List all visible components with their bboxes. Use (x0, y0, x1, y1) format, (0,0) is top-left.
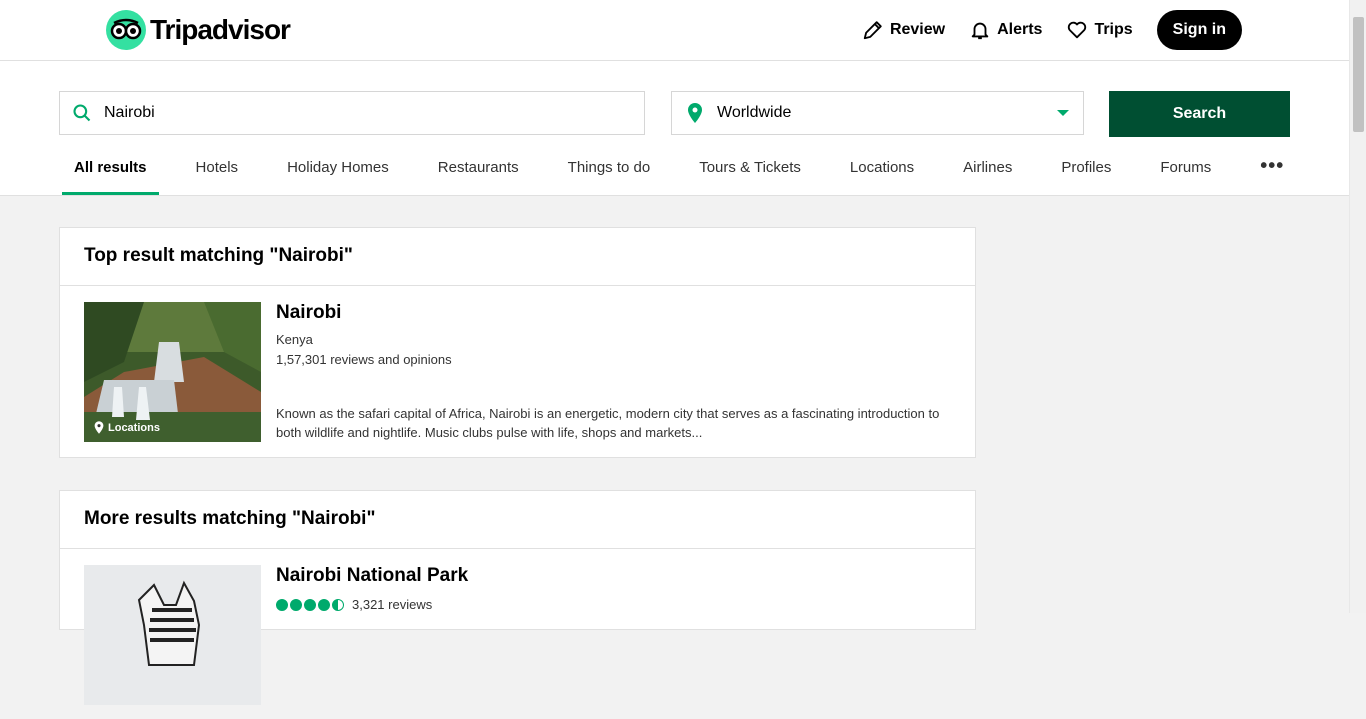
chevron-down-icon (1057, 110, 1069, 116)
map-pin-icon (688, 103, 702, 123)
search-button[interactable]: Search (1109, 91, 1290, 137)
bell-icon (971, 22, 989, 40)
thumb-category-label: Locations (94, 421, 160, 434)
more-results-heading: More results matching "Nairobi" (60, 491, 975, 549)
search-band: Nairobi Worldwide Search All results Hot… (0, 61, 1349, 196)
search-input[interactable]: Nairobi (59, 91, 645, 135)
result-review-count: 1,57,301 reviews and opinions (276, 352, 452, 367)
location-select[interactable]: Worldwide (671, 91, 1084, 135)
tab-tours-tickets[interactable]: Tours & Tickets (687, 156, 813, 195)
location-value: Worldwide (717, 104, 792, 121)
tab-forums[interactable]: Forums (1148, 156, 1223, 195)
search-icon (73, 104, 91, 122)
result-title[interactable]: Nairobi (276, 302, 341, 324)
scrollbar-thumb[interactable] (1353, 17, 1364, 132)
alerts-link[interactable]: Alerts (969, 19, 1042, 41)
tab-airlines[interactable]: Airlines (951, 156, 1024, 195)
rating-bubble-icon (276, 598, 288, 611)
result-country: Kenya (276, 332, 313, 347)
more-result-item[interactable]: Nairobi National Park 3,321 reviews (60, 549, 975, 719)
result-title[interactable]: Nairobi National Park (276, 565, 468, 587)
rating-bubble-icon (304, 598, 316, 611)
alerts-label: Alerts (997, 21, 1043, 38)
logo-text: Tripadvisor (150, 14, 291, 45)
result-description: Known as the safari capital of Africa, N… (276, 406, 940, 440)
tab-holiday-homes[interactable]: Holiday Homes (275, 156, 401, 195)
rating-bubble-icon (290, 598, 302, 611)
tab-profiles[interactable]: Profiles (1049, 156, 1123, 195)
search-query: Nairobi (104, 104, 155, 121)
top-result-item[interactable]: Locations Nairobi Kenya 1,57,301 reviews… (60, 286, 975, 456)
tab-locations[interactable]: Locations (838, 156, 926, 195)
tab-restaurants[interactable]: Restaurants (426, 156, 531, 195)
tab-all-results[interactable]: All results (62, 156, 159, 195)
bubble-rating: 3,321 reviews (276, 597, 432, 612)
more-results-card: More results matching "Nairobi" Nairobi … (59, 490, 976, 705)
page-scrollbar[interactable] (1349, 0, 1366, 613)
waterfall-photo[interactable]: Locations (84, 302, 261, 442)
map-pin-icon (94, 421, 104, 434)
tab-things-to-do[interactable]: Things to do (556, 156, 663, 195)
heart-icon (1068, 21, 1087, 39)
zebra-photo[interactable] (84, 565, 261, 705)
top-result-heading: Top result matching "Nairobi" (60, 228, 975, 286)
top-result-card: Top result matching "Nairobi" Locations … (59, 227, 976, 458)
tripadvisor-logo[interactable]: Tripadvisor (106, 10, 291, 50)
sign-in-button[interactable]: Sign in (1156, 10, 1242, 50)
review-label: Review (889, 21, 946, 38)
owl-logo-icon (106, 10, 146, 50)
trips-label: Trips (1094, 21, 1133, 38)
review-count[interactable]: 3,321 reviews (352, 597, 432, 612)
trips-link[interactable]: Trips (1066, 19, 1133, 41)
more-tabs-icon[interactable]: ••• (1248, 156, 1296, 195)
tab-hotels[interactable]: Hotels (184, 156, 251, 195)
top-header: Tripadvisor Review Alerts Trips Sign in (0, 0, 1349, 61)
header-nav: Review Alerts Trips Sign in (838, 10, 1242, 50)
rating-half-bubble-icon (332, 598, 344, 611)
rating-bubble-icon (318, 598, 330, 611)
result-tabs: All results Hotels Holiday Homes Restaur… (62, 156, 1321, 195)
pencil-icon (863, 21, 882, 40)
review-link[interactable]: Review (862, 19, 945, 41)
